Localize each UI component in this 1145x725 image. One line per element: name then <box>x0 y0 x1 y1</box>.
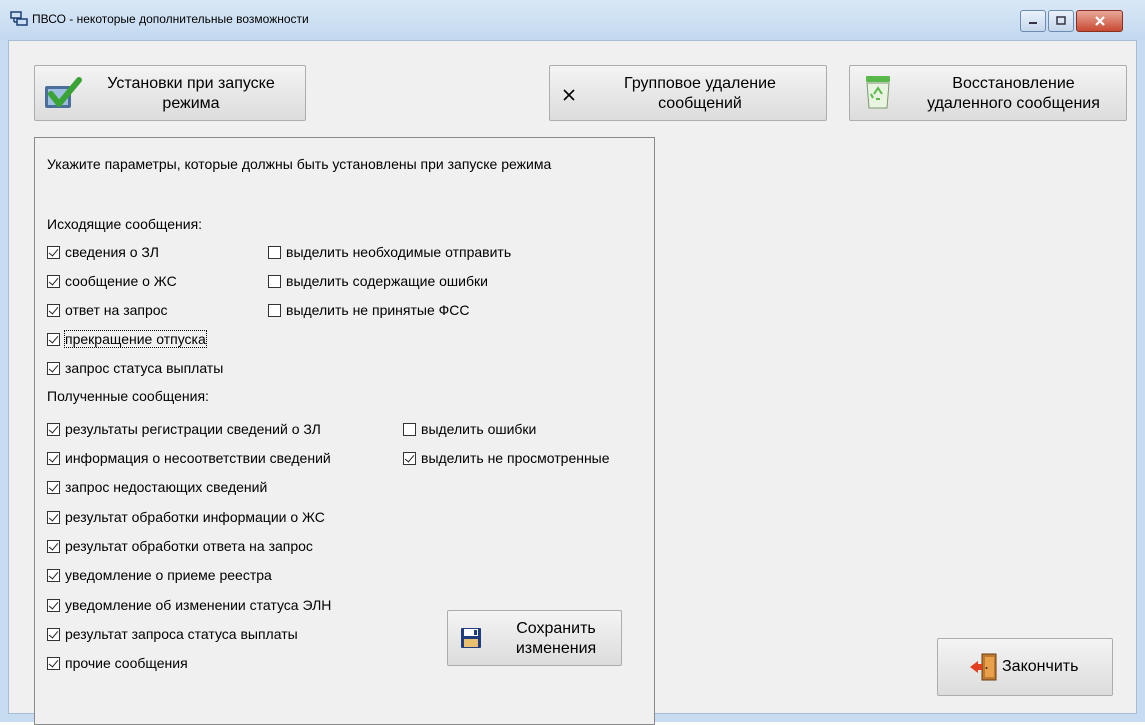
checkbox-label: результат обработки ответа на запрос <box>65 538 313 554</box>
save-label-line2: изменения <box>515 640 597 657</box>
checkbox-label: выделить не принятые ФСС <box>286 302 470 318</box>
checkbox-received-reply-result[interactable]: результат обработки ответа на запрос <box>47 537 313 555</box>
recycle-bin-icon <box>866 76 890 109</box>
startup-settings-panel: Укажите параметры, которые должны быть у… <box>34 137 655 725</box>
finish-button[interactable]: Закончить <box>937 638 1113 696</box>
checkbox-box[interactable] <box>403 422 416 436</box>
checkbox-label: результаты регистрации сведений о ЗЛ <box>65 421 321 437</box>
startup-label-line2: режима <box>162 95 220 112</box>
app-window: ПВСО - некоторые дополнительные возможно… <box>0 0 1145 725</box>
group-delete-label-line2: сообщений <box>658 95 742 112</box>
exit-door-icon <box>970 653 997 681</box>
restore-message-button[interactable]: Восстановление удаленного сообщения <box>849 65 1127 121</box>
checkbox-box[interactable] <box>403 451 416 465</box>
checkbox-received-registry[interactable]: уведомление о приеме реестра <box>47 566 272 584</box>
checkbox-box[interactable] <box>47 422 60 436</box>
checkbox-label: выделить содержащие ошибки <box>286 273 488 289</box>
outgoing-header: Исходящие сообщения: <box>47 216 203 232</box>
checkbox-received-eln-status[interactable]: уведомление об изменении статуса ЭЛН <box>47 596 331 614</box>
checkbox-label: прекращение отпуска <box>64 330 207 348</box>
checkbox-received-zhs-result[interactable]: результат обработки информации о ЖС <box>47 508 325 526</box>
checkbox-highlight-unread[interactable]: выделить не просмотренные <box>403 449 610 467</box>
checkbox-received-mismatch[interactable]: информация о несоответствии сведений <box>47 449 331 467</box>
checkbox-box[interactable] <box>47 598 60 612</box>
app-icon <box>10 11 28 26</box>
checkbox-outgoing-payment-status[interactable]: запрос статуса выплаты <box>47 359 223 377</box>
checkbox-box[interactable] <box>47 627 60 641</box>
checkbox-received-registration[interactable]: результаты регистрации сведений о ЗЛ <box>47 420 321 438</box>
minimize-button[interactable] <box>1020 10 1046 32</box>
checkbox-label: информация о несоответствии сведений <box>65 450 331 466</box>
checkbox-outgoing-zhs[interactable]: сообщение о ЖС <box>47 272 177 290</box>
restore-label-line2: удаленного сообщения <box>927 95 1100 112</box>
startup-label-line1: Установки при запуске <box>107 75 275 92</box>
checkbox-label: выделить не просмотренные <box>421 450 610 466</box>
checkbox-box[interactable] <box>47 656 60 670</box>
checkbox-received-other[interactable]: прочие сообщения <box>47 654 188 672</box>
client-area: Установки при запуске режима Групповое у… <box>8 40 1137 725</box>
save-changes-button[interactable]: Сохранить изменения <box>447 610 622 666</box>
checkbox-received-payment-status[interactable]: результат запроса статуса выплаты <box>47 625 298 643</box>
checkbox-box[interactable] <box>47 332 60 346</box>
checkbox-highlight-errors[interactable]: выделить содержащие ошибки <box>268 272 488 290</box>
floppy-disk-icon <box>461 628 481 648</box>
checkbox-box[interactable] <box>47 303 60 317</box>
checkbox-box[interactable] <box>268 245 281 259</box>
checkbox-received-missing[interactable]: запрос недостающих сведений <box>47 478 267 496</box>
maximize-icon <box>1056 16 1066 25</box>
checkbox-label: сообщение о ЖС <box>65 273 177 289</box>
checkbox-label: уведомление об изменении статуса ЭЛН <box>65 597 332 613</box>
checkbox-label: уведомление о приеме реестра <box>65 567 272 583</box>
group-delete-button[interactable]: Групповое удаление сообщений <box>549 65 827 121</box>
save-label-line1: Сохранить <box>516 620 596 637</box>
checkbox-label: выделить ошибки <box>421 421 537 437</box>
checkbox-label: выделить необходимые отправить <box>286 244 512 260</box>
checkbox-box[interactable] <box>47 361 60 375</box>
group-delete-label-line1: Групповое удаление <box>624 75 776 92</box>
close-icon <box>1094 16 1105 26</box>
checkbox-box[interactable] <box>47 480 60 494</box>
checkbox-label: запрос недостающих сведений <box>65 479 268 495</box>
checkbox-box[interactable] <box>47 451 60 465</box>
checkbox-highlight-received-errors[interactable]: выделить ошибки <box>403 420 536 438</box>
received-header: Полученные сообщения: <box>47 388 209 404</box>
checkbox-label: запрос статуса выплаты <box>65 360 224 376</box>
checkbox-box[interactable] <box>47 274 60 288</box>
checkmark-icon <box>45 77 82 108</box>
minimize-icon <box>1029 22 1037 24</box>
checkbox-label: результат обработки информации о ЖС <box>65 509 325 525</box>
instruction-text: Укажите параметры, которые должны быть у… <box>47 156 552 172</box>
startup-settings-button[interactable]: Установки при запуске режима <box>34 65 306 121</box>
checkbox-outgoing-reply[interactable]: ответ на запрос <box>47 301 168 319</box>
window-title: ПВСО - некоторые дополнительные возможно… <box>32 12 309 26</box>
checkbox-label: прочие сообщения <box>65 655 188 671</box>
delete-x-icon <box>563 89 575 101</box>
checkbox-box[interactable] <box>268 274 281 288</box>
close-button[interactable] <box>1076 10 1123 32</box>
checkbox-outgoing-leave-end[interactable]: прекращение отпуска <box>47 330 207 348</box>
checkbox-outgoing-zl[interactable]: сведения о ЗЛ <box>47 243 159 261</box>
checkbox-label: ответ на запрос <box>65 302 168 318</box>
checkbox-box[interactable] <box>47 245 60 259</box>
checkbox-box[interactable] <box>47 510 60 524</box>
checkbox-highlight-not-accepted[interactable]: выделить не принятые ФСС <box>268 301 470 319</box>
checkbox-box[interactable] <box>268 303 281 317</box>
checkbox-box[interactable] <box>47 539 60 553</box>
restore-label-line1: Восстановление <box>952 75 1075 92</box>
checkbox-highlight-to-send[interactable]: выделить необходимые отправить <box>268 243 511 261</box>
maximize-button[interactable] <box>1048 10 1074 32</box>
finish-label: Закончить <box>1002 658 1079 675</box>
checkbox-label: результат запроса статуса выплаты <box>65 626 298 642</box>
checkbox-label: сведения о ЗЛ <box>65 244 159 260</box>
title-bar: ПВСО - некоторые дополнительные возможно… <box>0 0 1145 40</box>
checkbox-box[interactable] <box>47 568 60 582</box>
